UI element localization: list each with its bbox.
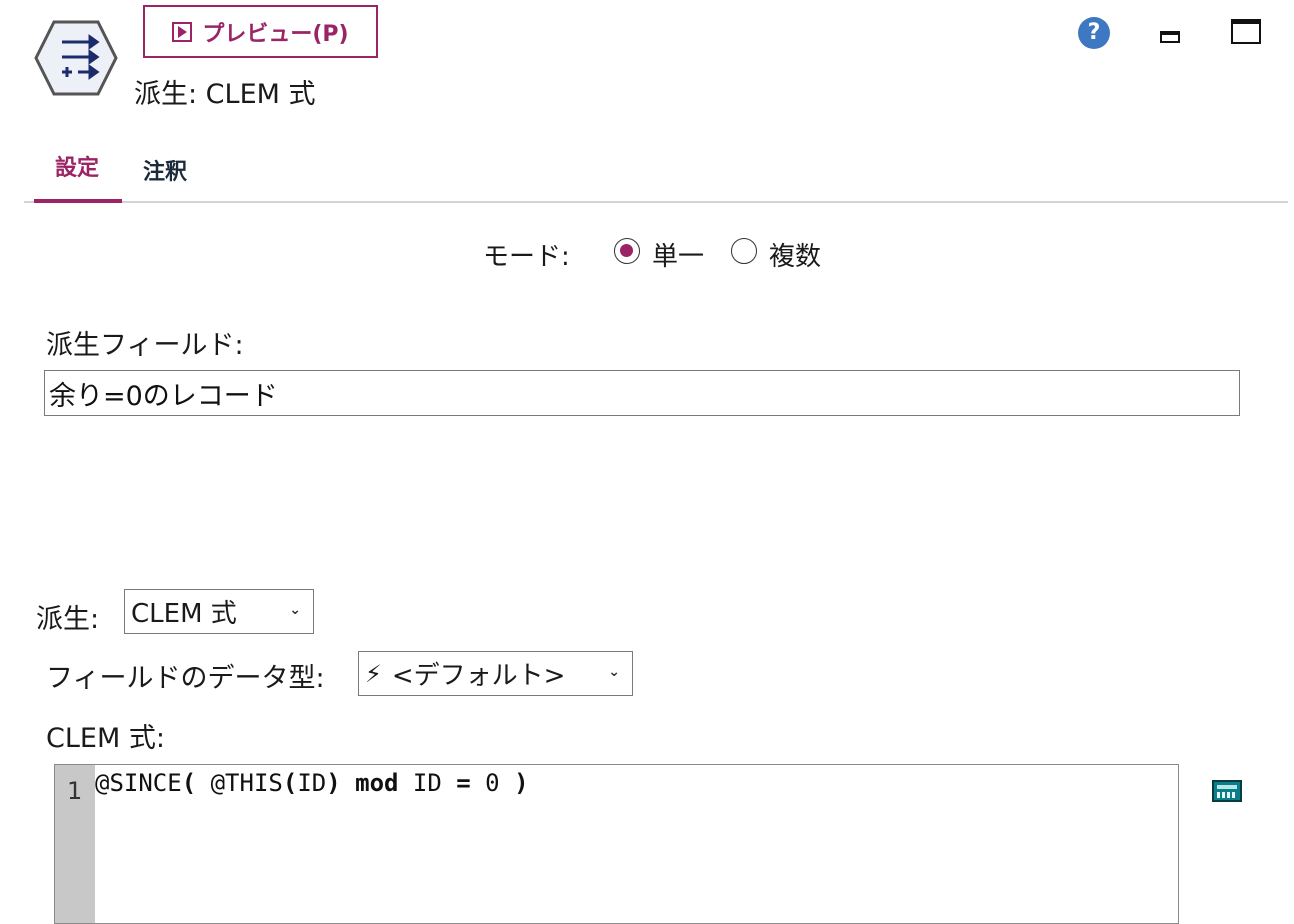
line-number-gutter: 1: [55, 765, 95, 923]
expression-builder-icon[interactable]: [1212, 780, 1242, 802]
clem-expression-label: CLEM 式:: [46, 723, 165, 754]
chevron-down-icon: ⌄: [289, 602, 301, 618]
field-type-value: <デフォルト>: [391, 661, 566, 691]
node-title: 派生: CLEM 式: [134, 79, 316, 110]
derive-as-label: 派生:: [36, 604, 100, 635]
derive-as-select[interactable]: CLEM 式 ⌄: [124, 589, 314, 634]
mode-multiple-radio[interactable]: [731, 238, 757, 264]
mode-single-label[interactable]: 単一: [652, 236, 704, 273]
preview-label: プレビュー(P): [202, 21, 349, 47]
minimize-icon[interactable]: [1160, 31, 1180, 43]
clem-expression-editor[interactable]: 1 @SINCE( @THIS(ID) mod ID = 0 ): [54, 764, 1179, 924]
mode-multiple-label[interactable]: 複数: [769, 236, 821, 273]
tab-notes[interactable]: 注釈: [143, 154, 187, 186]
preview-button[interactable]: プレビュー(P): [143, 5, 378, 58]
maximize-icon[interactable]: [1231, 19, 1261, 44]
expression-code[interactable]: @SINCE( @THIS(ID) mod ID = 0 ): [95, 769, 529, 797]
line-number: 1: [67, 777, 83, 805]
field-type-label: フィールドのデータ型:: [46, 663, 325, 694]
mode-single-radio[interactable]: [614, 238, 640, 264]
field-type-select[interactable]: ⚡︎ <デフォルト> ⌄: [358, 651, 633, 696]
derive-field-label: 派生フィールド:: [46, 330, 244, 361]
mode-label: モード:: [483, 242, 570, 272]
derive-field-input[interactable]: [44, 370, 1240, 416]
active-tab-indicator: [34, 199, 122, 203]
play-icon: [172, 21, 193, 42]
chevron-down-icon: ⌄: [608, 664, 620, 680]
derive-as-value: CLEM 式: [131, 599, 237, 629]
tab-settings[interactable]: 設定: [55, 150, 99, 182]
help-icon[interactable]: ?: [1078, 17, 1110, 49]
lightning-icon: ⚡︎: [365, 659, 382, 688]
derive-node-icon: [34, 20, 118, 96]
tab-divider: [24, 201, 1288, 203]
